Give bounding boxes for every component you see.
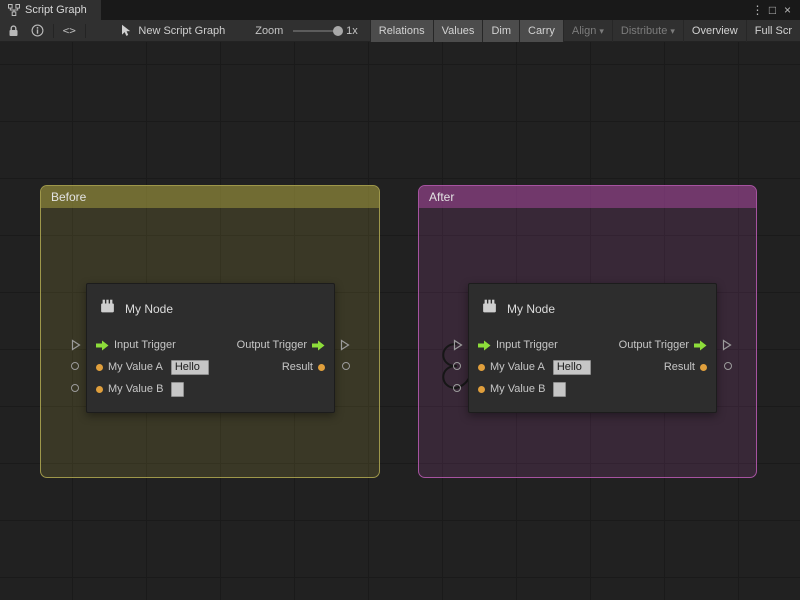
output-trigger-port[interactable]: Output Trigger xyxy=(619,339,707,351)
node-header[interactable]: My Node xyxy=(87,284,334,334)
value-port-icon xyxy=(96,364,103,371)
graph-name-label[interactable]: New Script Graph xyxy=(138,25,225,37)
graph-trigger-input-port[interactable] xyxy=(71,339,81,351)
script-graph-window: Script Graph ⋮ □ × <> xyxy=(0,0,800,600)
value-port-icon xyxy=(318,364,325,371)
graph-value-output-port[interactable] xyxy=(724,362,732,370)
port-row: My Value A Result xyxy=(87,356,334,378)
zoom-label: Zoom xyxy=(255,25,283,37)
pointer-icon xyxy=(120,24,132,37)
graph-value-output-port[interactable] xyxy=(342,362,350,370)
node-icon xyxy=(481,298,498,320)
group-title: Before xyxy=(51,190,86,204)
graph-value-input-port[interactable] xyxy=(71,362,79,370)
node-header[interactable]: My Node xyxy=(469,284,716,334)
value-a-input[interactable] xyxy=(171,360,209,375)
toolbar-separator xyxy=(53,24,54,38)
value-a-input[interactable] xyxy=(553,360,591,375)
zoom-slider-track[interactable] xyxy=(293,30,338,32)
fullscreen-button[interactable]: Full Scr xyxy=(746,20,800,42)
graph-icon xyxy=(8,4,20,16)
graph-value-input-port[interactable] xyxy=(71,384,79,392)
port-row: Input Trigger Output Trigger xyxy=(469,334,716,356)
graph-canvas[interactable]: Before My Node xyxy=(0,42,800,600)
overview-button[interactable]: Overview xyxy=(683,20,746,42)
value-port-icon xyxy=(478,386,485,393)
tab-script-graph[interactable]: Script Graph xyxy=(0,0,101,20)
window-controls: ⋮ □ × xyxy=(750,0,800,20)
output-trigger-port[interactable]: Output Trigger xyxy=(237,339,325,351)
group-after[interactable]: After My Node xyxy=(418,185,757,478)
carry-button[interactable]: Carry xyxy=(519,20,563,42)
graph-trigger-input-port[interactable] xyxy=(453,339,463,351)
group-title: After xyxy=(429,190,454,204)
zoom-slider-handle[interactable] xyxy=(333,26,343,36)
value-a-port[interactable]: My Value A xyxy=(478,360,591,375)
result-port[interactable]: Result xyxy=(664,361,707,373)
port-row: Input Trigger Output Trigger xyxy=(87,334,334,356)
chevron-down-icon: ▾ xyxy=(670,26,675,36)
graph-trigger-output-port[interactable] xyxy=(340,339,350,351)
graph-value-input-port[interactable] xyxy=(453,384,461,392)
zoom-value: 1x xyxy=(346,25,358,37)
align-label: Align xyxy=(572,25,596,37)
value-a-port[interactable]: My Value A xyxy=(96,360,209,375)
value-b-input[interactable] xyxy=(553,382,566,397)
chevron-down-icon: ▾ xyxy=(599,26,604,36)
port-row: My Value A Result xyxy=(469,356,716,378)
group-header[interactable]: After xyxy=(419,186,756,208)
trigger-arrow-icon xyxy=(478,340,491,351)
distribute-label: Distribute xyxy=(621,25,667,37)
value-b-input[interactable] xyxy=(171,382,184,397)
group-before[interactable]: Before My Node xyxy=(40,185,380,478)
value-b-port[interactable]: My Value B xyxy=(96,382,184,397)
value-b-port[interactable]: My Value B xyxy=(478,382,566,397)
value-port-icon xyxy=(478,364,485,371)
window-menu-icon[interactable]: ⋮ xyxy=(750,3,765,17)
port-row: My Value B xyxy=(87,378,334,400)
value-port-icon xyxy=(96,386,103,393)
tab-bar: Script Graph ⋮ □ × xyxy=(0,0,800,20)
toolbar-separator xyxy=(85,24,86,38)
relations-button[interactable]: Relations xyxy=(370,20,433,42)
node-my-node[interactable]: My Node Input Trigger Output Trigger xyxy=(468,283,717,413)
node-title: My Node xyxy=(507,302,555,316)
graph-trigger-output-port[interactable] xyxy=(722,339,732,351)
group-header[interactable]: Before xyxy=(41,186,379,208)
close-icon[interactable]: × xyxy=(780,3,795,17)
port-row: My Value B xyxy=(469,378,716,400)
trigger-arrow-icon xyxy=(312,340,325,351)
dim-button[interactable]: Dim xyxy=(482,20,519,42)
input-trigger-port[interactable]: Input Trigger xyxy=(478,339,558,351)
node-icon xyxy=(99,298,116,320)
node-my-node[interactable]: My Node Input Trigger Output Trigger xyxy=(86,283,335,413)
maximize-icon[interactable]: □ xyxy=(765,3,780,17)
info-icon[interactable] xyxy=(31,24,44,37)
zoom-slider[interactable] xyxy=(293,25,338,37)
result-port[interactable]: Result xyxy=(282,361,325,373)
lock-icon[interactable] xyxy=(7,24,20,37)
trigger-arrow-icon xyxy=(694,340,707,351)
graph-value-input-port[interactable] xyxy=(453,362,461,370)
node-title: My Node xyxy=(125,302,173,316)
values-button[interactable]: Values xyxy=(433,20,483,42)
distribute-button: Distribute▾ xyxy=(612,20,683,42)
align-button: Align▾ xyxy=(563,20,612,42)
graph-toolbar: <> New Script Graph Zoom 1x Relations Va… xyxy=(0,20,800,42)
input-trigger-port[interactable]: Input Trigger xyxy=(96,339,176,351)
code-icon[interactable]: <> xyxy=(63,24,76,37)
trigger-arrow-icon xyxy=(96,340,109,351)
tab-title: Script Graph xyxy=(25,4,87,16)
value-port-icon xyxy=(700,364,707,371)
